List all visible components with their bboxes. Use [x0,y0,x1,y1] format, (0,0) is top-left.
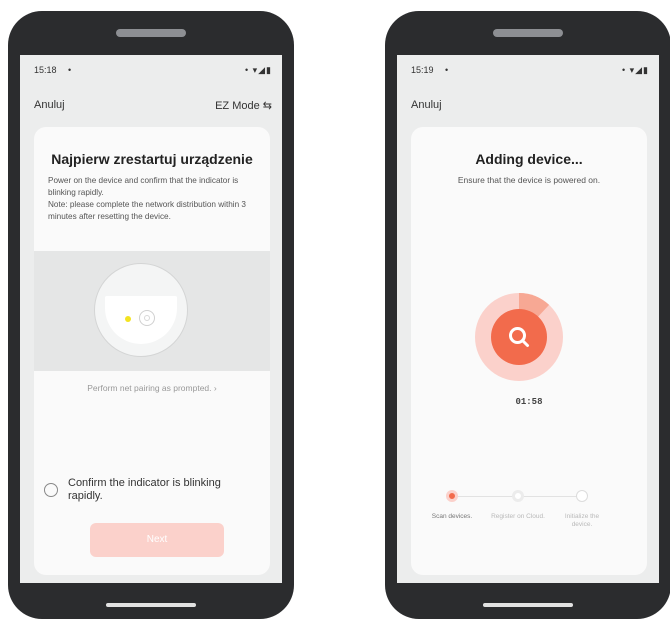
screen-right: 15:19 • • ▾◢▮ Anuluj Adding device... En… [397,55,659,583]
page-title: Adding device... [475,151,583,167]
notification-dot: • [445,65,449,75]
home-indicator[interactable] [483,603,573,607]
notification-dot: • [68,65,72,75]
status-time: 15:18 [34,65,57,75]
scan-button [491,309,547,365]
step-dot-register [512,490,524,502]
step-connector [518,496,582,497]
ez-mode-switch[interactable]: EZ Mode ⇆ [215,99,272,112]
confirm-radio[interactable] [44,483,58,497]
device-image [94,263,188,357]
scan-progress-ring [475,293,563,381]
page-title: Najpierw zrestartuj urządzenie [51,151,253,167]
status-time: 15:19 [411,65,434,75]
next-button[interactable]: Next [90,523,224,557]
step-label-initialize: Initialize the device. [564,513,600,528]
page-subtitle: Ensure that the device is powered on. [457,175,601,185]
countdown-timer: 01:58 [515,397,543,407]
phone-speaker [116,29,186,37]
status-bar: 15:18 • • ▾◢▮ [34,65,272,79]
status-bar: 15:19 • • ▾◢▮ [411,65,649,79]
reset-button-icon [139,310,155,326]
screen-left: 15:18 • • ▾◢▮ Anuluj EZ Mode ⇆ Najpierw … [20,55,282,583]
step-label-register: Register on Cloud. [491,513,545,520]
pairing-help-link[interactable]: Perform net pairing as prompted. › [34,383,270,393]
instructions-note: Note: please complete the network distri… [48,200,246,221]
top-nav: Anuluj EZ Mode ⇆ [34,99,272,115]
step-dot-scan [446,490,458,502]
phone-speaker [493,29,563,37]
device-illustration [34,251,270,371]
instructions-text: Power on the device and confirm that the… [48,176,239,197]
indicator-light-icon [125,316,131,322]
step-dot-initialize [576,490,588,502]
adding-card: Adding device... Ensure that the device … [411,127,647,575]
status-icons: • ▾◢▮ [244,65,272,75]
phone-frame-right: 15:19 • • ▾◢▮ Anuluj Adding device... En… [385,11,670,619]
device-face [105,296,177,344]
cancel-link[interactable]: Anuluj [34,99,65,111]
step-label-scan: Scan devices. [431,513,473,520]
phone-frame-left: 15:18 • • ▾◢▮ Anuluj EZ Mode ⇆ Najpierw … [8,11,294,619]
confirm-checkbox-row[interactable]: Confirm the indicator is blinking rapidl… [44,477,264,507]
status-icons: • ▾◢▮ [621,65,649,75]
cancel-link[interactable]: Anuluj [411,99,442,111]
confirm-label: Confirm the indicator is blinking rapidl… [68,477,221,502]
home-indicator[interactable] [106,603,196,607]
instructions: Power on the device and confirm that the… [48,175,258,223]
progress-steps: Scan devices. Register on Cloud. Initial… [411,487,647,537]
top-nav: Anuluj [411,99,649,115]
step-connector [452,496,518,497]
reset-card: Najpierw zrestartuj urządzenie Power on … [34,127,270,575]
